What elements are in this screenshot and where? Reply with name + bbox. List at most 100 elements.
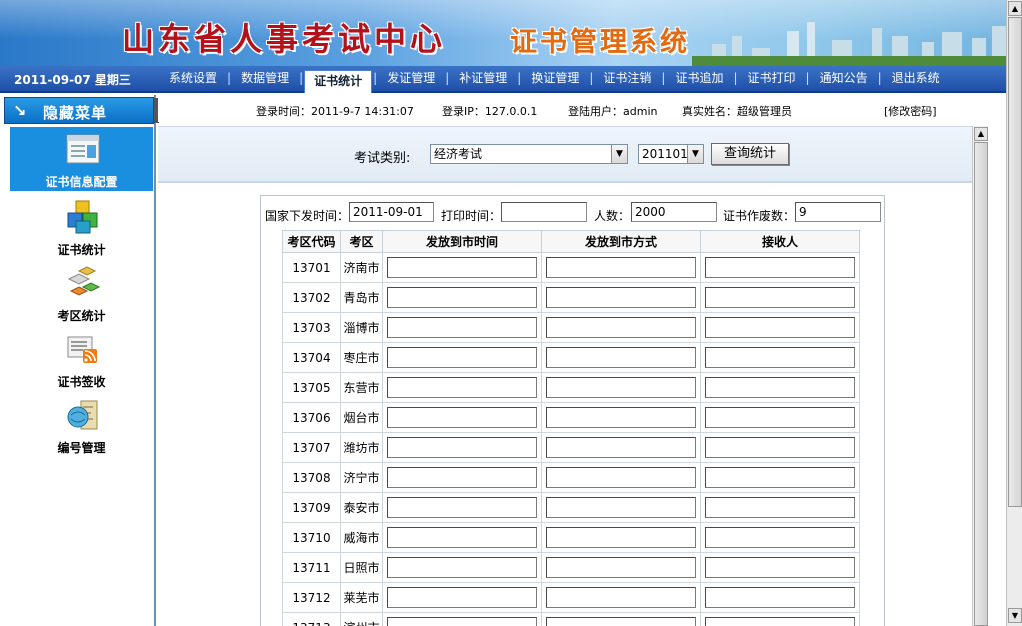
- send-method-input[interactable]: [546, 407, 696, 428]
- send-method-input[interactable]: [546, 347, 696, 368]
- login-time: 登录时间：2011-9-7 14:31:07: [256, 105, 414, 118]
- sidebar-item-area-stats[interactable]: 考区统计: [10, 261, 153, 325]
- window-scrollbar[interactable]: ▲ ▼: [1006, 0, 1022, 626]
- receiver-input[interactable]: [705, 347, 855, 368]
- nav-item-exchange-management[interactable]: 换证管理: [522, 66, 588, 93]
- input-cell: [700, 282, 860, 313]
- sidebar-item-certificate-stats[interactable]: 证书统计: [10, 195, 153, 259]
- send-time-input[interactable]: [387, 257, 537, 278]
- receiver-input[interactable]: [705, 377, 855, 398]
- table-row: 13713滨州市: [282, 612, 860, 626]
- nav-menu: 系统设置 | 数据管理 | 证书统计 | 发证管理 | 补证管理 | 换证管理 …: [160, 66, 949, 93]
- nav-item-certificate-stats[interactable]: 证书统计: [304, 70, 373, 93]
- area-code-cell: 13701: [282, 252, 341, 283]
- issue-time-field[interactable]: 2011-09-01: [349, 202, 434, 222]
- nav-item-logout[interactable]: 退出系统: [883, 66, 949, 93]
- receiver-input[interactable]: [705, 467, 855, 488]
- area-name-cell: 济宁市: [340, 462, 383, 493]
- area-name-cell: 淄博市: [340, 312, 383, 343]
- change-password-link[interactable]: [修改密码]: [884, 103, 937, 119]
- send-method-input[interactable]: [546, 557, 696, 578]
- scroll-up-arrow-icon[interactable]: ▲: [1008, 1, 1022, 16]
- send-time-input[interactable]: [387, 437, 537, 458]
- send-time-input[interactable]: [387, 497, 537, 518]
- input-cell: [700, 462, 860, 493]
- nav-item-reissue-management[interactable]: 补证管理: [450, 66, 516, 93]
- send-method-input[interactable]: [546, 287, 696, 308]
- send-method-input[interactable]: [546, 257, 696, 278]
- scrollbar-thumb[interactable]: [1008, 17, 1022, 507]
- send-time-input[interactable]: [387, 377, 537, 398]
- sidebar-item-number-management[interactable]: 编号管理: [10, 393, 153, 457]
- area-name-cell: 泰安市: [340, 492, 383, 523]
- nav-item-data-management[interactable]: 数据管理: [232, 66, 298, 93]
- send-method-input[interactable]: [546, 317, 696, 338]
- send-time-input[interactable]: [387, 347, 537, 368]
- send-method-input[interactable]: [546, 437, 696, 458]
- table-row: 13701 济南市: [282, 252, 860, 283]
- send-time-input[interactable]: [387, 617, 537, 626]
- send-time-input[interactable]: [387, 557, 537, 578]
- print-time-field[interactable]: [501, 202, 587, 222]
- sidebar-item-certificate-signoff[interactable]: 证书签收: [10, 327, 153, 391]
- nav-item-print-certificate[interactable]: 证书打印: [739, 66, 805, 93]
- receiver-input[interactable]: [705, 257, 855, 278]
- send-time-input[interactable]: [387, 527, 537, 548]
- receiver-input[interactable]: [705, 557, 855, 578]
- scroll-down-arrow-icon[interactable]: ▼: [1008, 608, 1022, 623]
- send-time-input[interactable]: [387, 317, 537, 338]
- nav-item-notices[interactable]: 通知公告: [811, 66, 877, 93]
- receiver-input[interactable]: [705, 287, 855, 308]
- send-method-input[interactable]: [546, 497, 696, 518]
- receiver-input[interactable]: [705, 617, 855, 626]
- area-name-cell: 青岛市: [340, 282, 383, 313]
- send-time-input[interactable]: [387, 287, 537, 308]
- period-value: 201101: [642, 147, 688, 161]
- send-method-input[interactable]: [546, 587, 696, 608]
- input-cell: [382, 252, 542, 283]
- input-cell: [700, 432, 860, 463]
- sidebar-item-certificate-config[interactable]: 证书信息配置: [10, 127, 153, 191]
- receiver-input[interactable]: [705, 437, 855, 458]
- table-row: 13705 东营市: [282, 372, 860, 403]
- chevron-down-icon[interactable]: ▼: [687, 145, 703, 163]
- send-time-input[interactable]: [387, 407, 537, 428]
- receiver-input[interactable]: [705, 527, 855, 548]
- scrollbar-thumb[interactable]: [974, 142, 988, 626]
- certificate-form: 国家下发时间： 2011-09-01 打印时间： 人数： 2000 证书作废数：…: [260, 195, 885, 626]
- send-method-input[interactable]: [546, 617, 696, 626]
- exam-type-value: 经济考试: [434, 147, 483, 161]
- query-stats-button[interactable]: 查询统计: [711, 143, 789, 165]
- input-cell: [541, 342, 701, 373]
- table-body: 13701 济南市 13702 青岛市 13703 淄博市 13704 枣庄市 13705 东营市…: [282, 252, 860, 626]
- content-scrollbar[interactable]: ▲: [972, 126, 988, 626]
- send-method-input[interactable]: [546, 467, 696, 488]
- exam-type-select[interactable]: 经济考试 ▼: [430, 144, 628, 164]
- hide-menu-button[interactable]: ↘ 隐藏菜单: [4, 97, 159, 124]
- area-code-cell: 13711: [282, 552, 341, 583]
- chevron-down-icon[interactable]: ▼: [611, 145, 627, 163]
- send-time-input[interactable]: [387, 587, 537, 608]
- receiver-input[interactable]: [705, 407, 855, 428]
- send-method-input[interactable]: [546, 527, 696, 548]
- area-name-cell: 东营市: [340, 372, 383, 403]
- input-cell: [541, 582, 701, 613]
- void-count-field[interactable]: 9: [795, 202, 881, 222]
- headcount-field[interactable]: 2000: [631, 202, 717, 222]
- nav-item-append-certificate[interactable]: 证书追加: [666, 66, 732, 93]
- period-select[interactable]: 201101 ▼: [638, 144, 704, 164]
- receiver-input[interactable]: [705, 317, 855, 338]
- receiver-input[interactable]: [705, 497, 855, 518]
- input-cell: [382, 552, 542, 583]
- nav-item-issue-management[interactable]: 发证管理: [378, 66, 444, 93]
- nav-item-cancel-certificate[interactable]: 证书注销: [594, 66, 660, 93]
- send-method-input[interactable]: [546, 377, 696, 398]
- send-time-input[interactable]: [387, 467, 537, 488]
- exam-type-label: 考试类别:: [354, 151, 411, 166]
- form-header-row: 国家下发时间： 2011-09-01 打印时间： 人数： 2000 证书作废数：…: [261, 196, 886, 226]
- scroll-up-arrow-icon[interactable]: ▲: [974, 127, 988, 141]
- receiver-input[interactable]: [705, 587, 855, 608]
- nav-item-system-settings[interactable]: 系统设置: [160, 66, 226, 93]
- rss-doc-icon: [67, 336, 97, 363]
- input-cell: [700, 312, 860, 343]
